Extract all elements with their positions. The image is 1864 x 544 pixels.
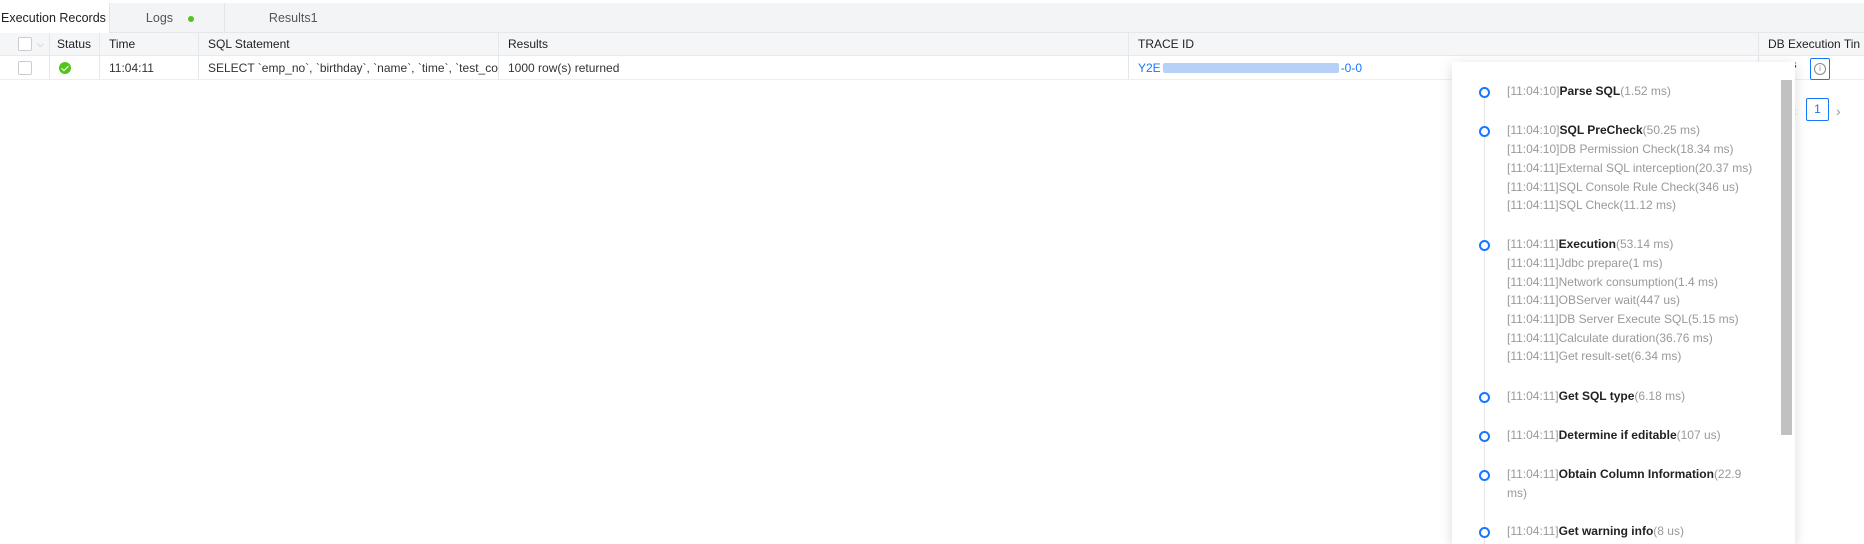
- timeline-step-execution: [11:04:11]Execution(53.14 ms): [1507, 237, 1674, 251]
- next-page-icon[interactable]: ›: [1836, 103, 1841, 119]
- timeline-substep: [11:04:10]DB Permission Check(18.34 ms): [1507, 142, 1734, 156]
- timeline-substep: [11:04:11]SQL Check(11.12 ms): [1507, 198, 1676, 212]
- logs-status-dot: [187, 16, 194, 22]
- timeline-substep: [11:04:11]DB Server Execute SQL(5.15 ms): [1507, 312, 1739, 326]
- timeline-substep: [11:04:11]SQL Console Rule Check(346 us): [1507, 180, 1739, 194]
- timeline-step-get-sql-type: [11:04:11]Get SQL type(6.18 ms): [1507, 389, 1686, 403]
- tab-execution-records[interactable]: Execution Records: [0, 3, 110, 34]
- row-time: 11:04:11: [100, 56, 199, 79]
- page-number-button[interactable]: 1: [1806, 98, 1829, 121]
- timeline-step-sql-precheck: [11:04:10]SQL PreCheck(50.25 ms): [1507, 123, 1701, 137]
- header-results: Results: [499, 33, 1129, 55]
- info-icon: i: [1814, 63, 1826, 75]
- tab-logs[interactable]: Logs: [110, 3, 225, 33]
- header-time: Time: [100, 33, 199, 55]
- trace-id-suffix: -0-0: [1340, 60, 1363, 75]
- row-status-cell: [50, 56, 100, 79]
- result-tabs: Execution Records Logs Results1: [0, 3, 1864, 34]
- header-trace-id: TRACE ID: [1129, 33, 1759, 55]
- tab-results1[interactable]: Results1: [225, 3, 425, 33]
- timeline-substep: [11:04:11]Get result-set(6.34 ms): [1507, 349, 1682, 363]
- row-results: 1000 row(s) returned: [499, 56, 1129, 79]
- timeline-substep: [11:04:11]External SQL interception(20.3…: [1507, 161, 1753, 175]
- timeline-step-obtain-column-info: [11:04:11]Obtain Column Information(22.9…: [1507, 467, 1742, 500]
- trace-id-redacted: [1162, 62, 1339, 73]
- timeline-step-parse-sql: [11:04:10]Parse SQL(1.52 ms): [1507, 84, 1671, 98]
- timeline-node: [1479, 527, 1490, 538]
- table-header: ⌵ Status Time SQL Statement Results TRAC…: [0, 33, 1864, 56]
- chevron-down-icon[interactable]: ⌵: [37, 39, 44, 50]
- execution-detail-button[interactable]: i: [1810, 58, 1830, 80]
- timeline-node: [1479, 126, 1490, 137]
- timeline-node: [1479, 431, 1490, 442]
- header-select-cell: ⌵: [0, 33, 50, 55]
- header-db-execution-time: DB Execution Tin: [1768, 37, 1861, 51]
- row-checkbox[interactable]: [18, 60, 32, 75]
- header-sql-statement: SQL Statement: [199, 33, 499, 55]
- row-sql-statement[interactable]: SELECT `emp_no`, `birthday`, `name`, `ti…: [199, 56, 499, 79]
- timeline-step-get-warning-info: [11:04:11]Get warning info(8 us): [1507, 524, 1684, 538]
- timeline-step-determine-editable: [11:04:11]Determine if editable(107 us): [1507, 428, 1721, 442]
- timeline-substep: [11:04:11]Jdbc prepare(1 ms): [1507, 256, 1663, 270]
- header-status: Status: [50, 33, 100, 55]
- trace-id-prefix: Y2E: [1138, 60, 1161, 75]
- timeline-node: [1479, 470, 1490, 481]
- popover-scrollbar-thumb[interactable]: [1781, 80, 1792, 435]
- timeline-node: [1479, 392, 1490, 403]
- timeline-substep: [11:04:11]OBServer wait(447 us): [1507, 293, 1680, 307]
- row-select-cell: [0, 56, 50, 79]
- success-check-icon: [59, 61, 71, 74]
- tab-logs-label: Logs: [145, 11, 174, 25]
- timeline-substep: [11:04:11]Network consumption(1.4 ms): [1507, 275, 1719, 289]
- select-all-checkbox[interactable]: [18, 37, 32, 51]
- timeline-substep: [11:04:11]Calculate duration(36.76 ms): [1507, 331, 1713, 345]
- timeline-node: [1479, 87, 1490, 98]
- execution-timeline-popover: [11:04:10]Parse SQL(1.52 ms) [11:04:10]S…: [1452, 62, 1795, 544]
- timeline-node: [1479, 240, 1490, 251]
